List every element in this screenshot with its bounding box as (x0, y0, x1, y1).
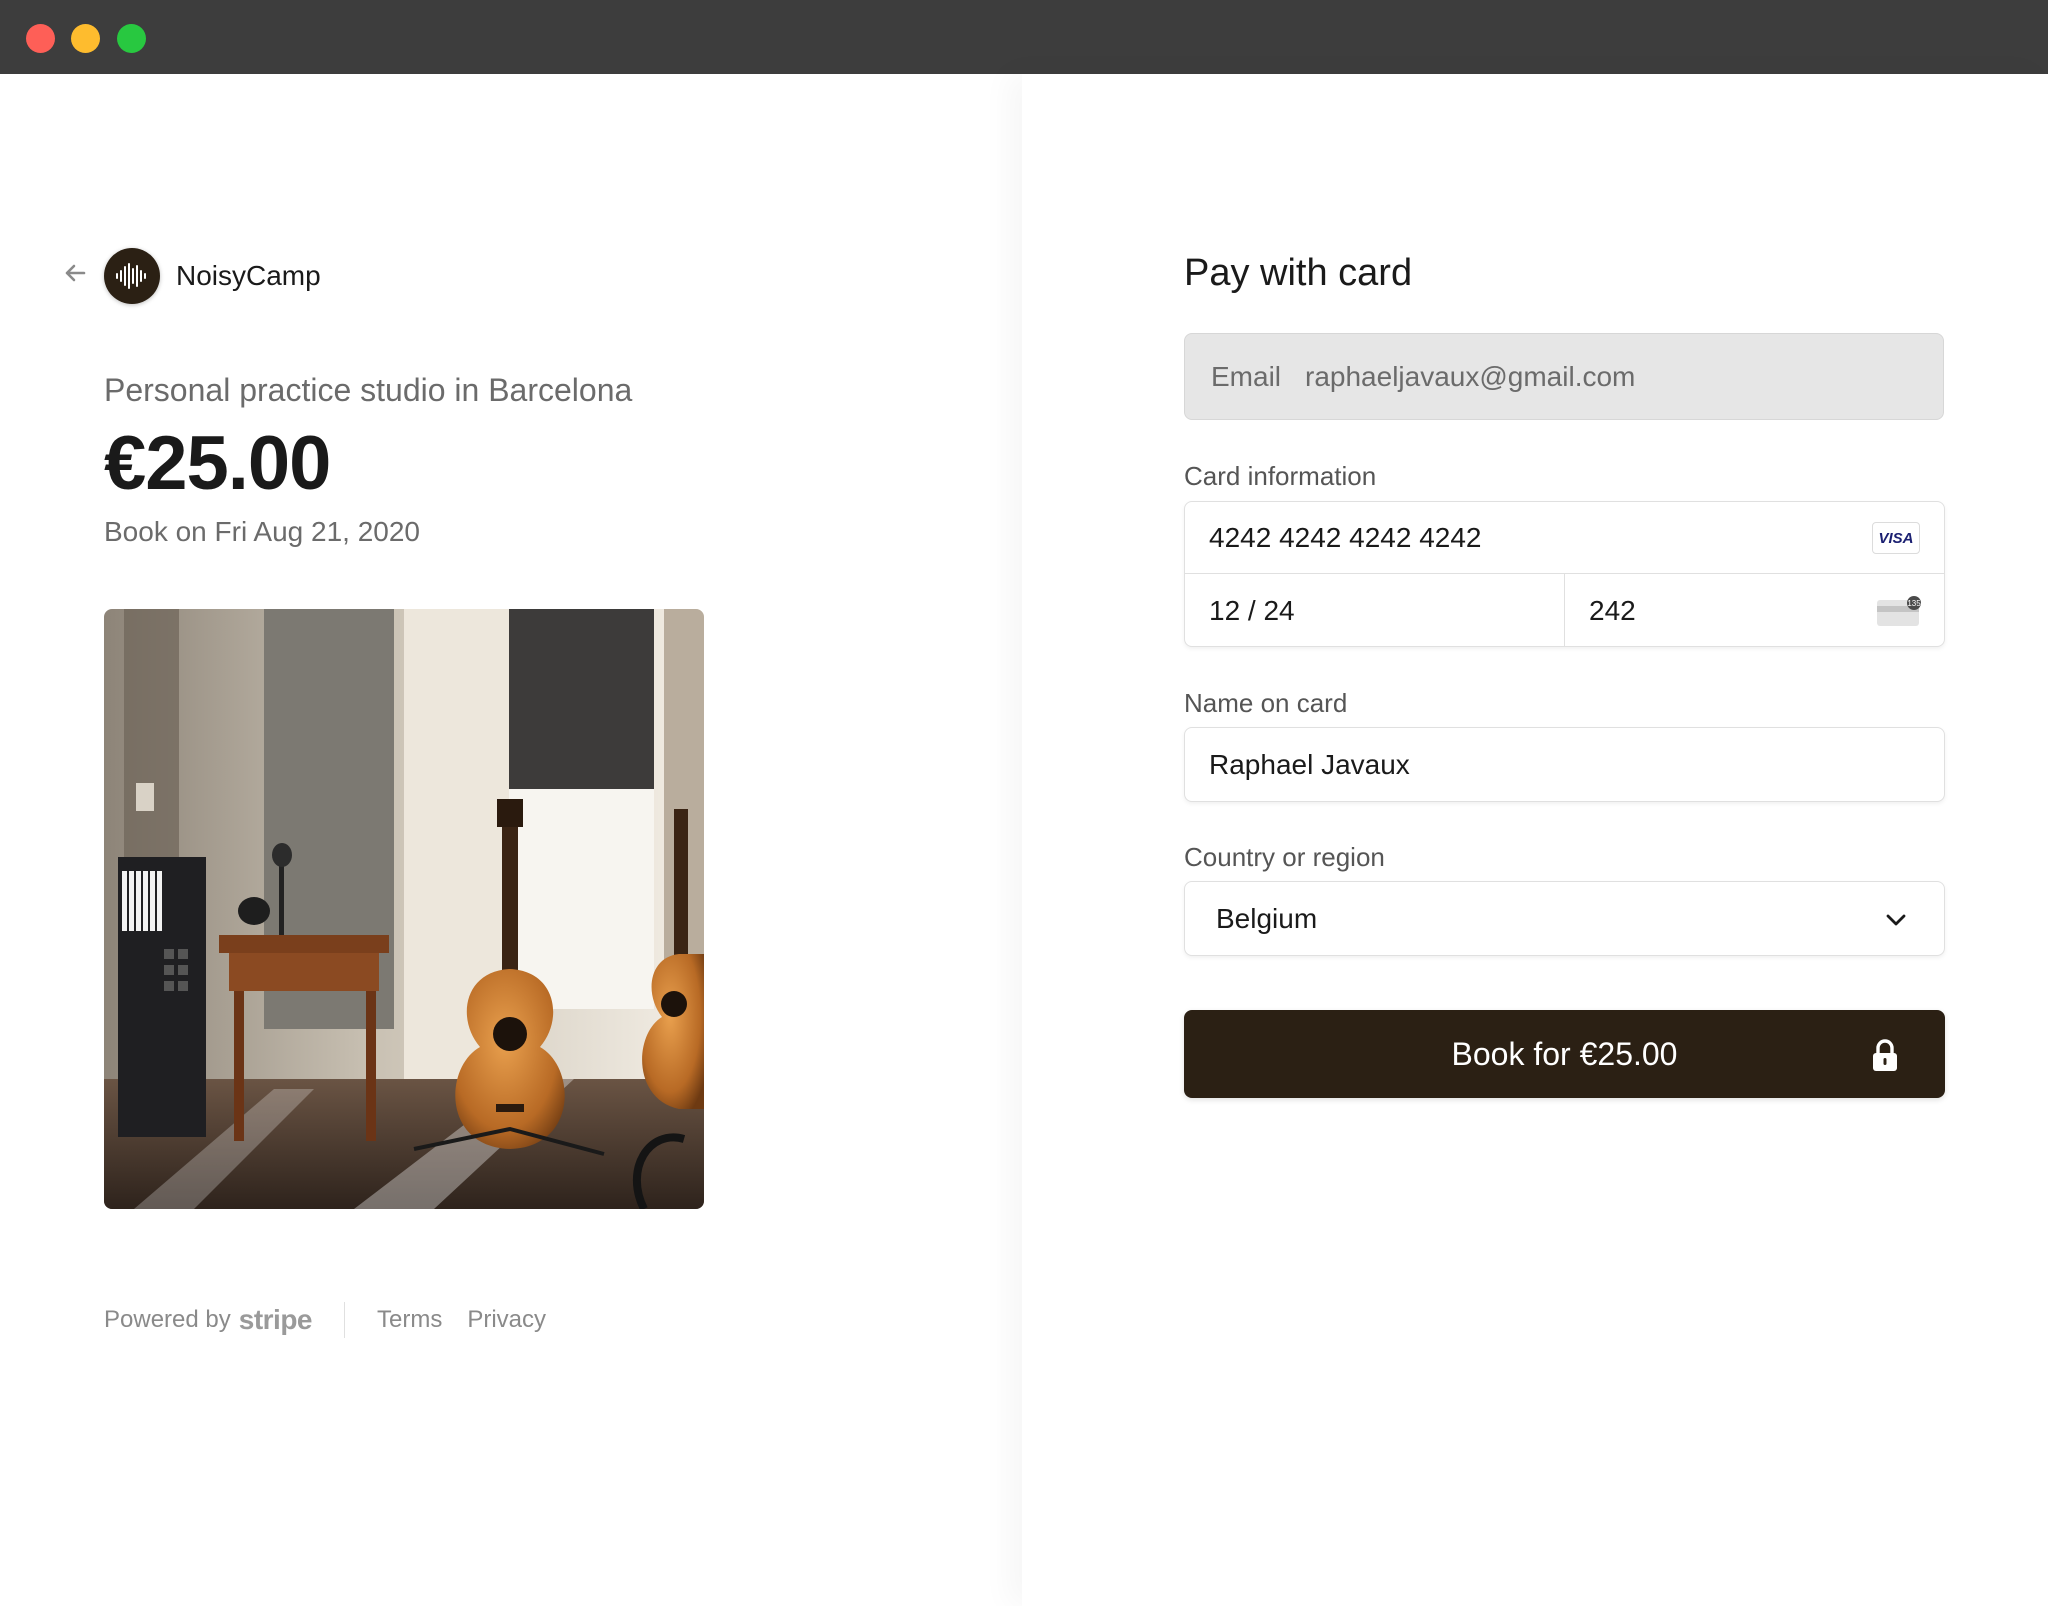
card-information-label: Card information (1184, 461, 1377, 491)
footer-divider (344, 1302, 345, 1338)
pay-with-card-heading: Pay with card (1184, 252, 1413, 294)
card-number-input[interactable]: 4242 4242 4242 4242 VISA (1185, 502, 1944, 574)
card-information-group: 4242 4242 4242 4242 VISA 12 / 24 242 135 (1184, 501, 1945, 647)
studio-photo (104, 609, 704, 1209)
name-on-card-label: Name on card (1184, 688, 1348, 718)
window-close-button[interactable] (26, 24, 55, 53)
book-submit-button[interactable]: Book for €25.00 (1184, 1010, 1945, 1098)
email-label: Email (1211, 360, 1282, 392)
product-name: Personal practice studio in Barcelona (104, 372, 633, 408)
window-minimize-button[interactable] (71, 24, 100, 53)
lock-icon (1873, 1039, 1897, 1071)
booking-date: Book on Fri Aug 21, 2020 (104, 516, 420, 547)
card-expiry-input[interactable]: 12 / 24 (1185, 574, 1565, 647)
powered-by-stripe[interactable]: Powered by stripe (104, 1304, 313, 1336)
chevron-down-icon (1886, 914, 1906, 926)
window-maximize-button[interactable] (117, 24, 146, 53)
privacy-link[interactable]: Privacy (467, 1306, 546, 1334)
product-price: €25.00 (104, 421, 331, 506)
merchant-name[interactable]: NoisyCamp (176, 260, 321, 292)
terms-link[interactable]: Terms (377, 1306, 442, 1334)
country-value: Belgium (1216, 902, 1318, 934)
name-on-card-value: Raphael Javaux (1209, 748, 1410, 780)
soundwave-icon (116, 263, 146, 289)
arrow-left-icon[interactable] (60, 258, 90, 288)
card-cvc-value: 242 (1589, 594, 1636, 626)
merchant-logo[interactable] (104, 248, 160, 304)
visa-card-icon: VISA (1872, 522, 1920, 554)
country-label: Country or region (1184, 842, 1385, 872)
name-on-card-input[interactable]: Raphael Javaux (1184, 727, 1945, 802)
book-button-label: Book for €25.00 (1451, 1035, 1678, 1072)
cvc-card-icon: 135 (1877, 596, 1921, 626)
stripe-logo: stripe (238, 1304, 313, 1335)
email-field: Email raphaeljavaux@gmail.com (1184, 333, 1944, 420)
country-select[interactable]: Belgium (1184, 881, 1945, 956)
card-number-value: 4242 4242 4242 4242 (1209, 521, 1482, 553)
cvc-icon-text: 135 (1907, 599, 1921, 608)
card-expiry-value: 12 / 24 (1209, 594, 1295, 626)
card-cvc-input[interactable]: 242 135 (1565, 574, 1944, 647)
email-value: raphaeljavaux@gmail.com (1305, 360, 1636, 392)
powered-by-label: Powered by (104, 1306, 231, 1333)
payment-pane (1022, 74, 2048, 1606)
window-titlebar (0, 0, 2048, 74)
footer: Powered by stripe Terms Privacy (104, 1302, 571, 1338)
